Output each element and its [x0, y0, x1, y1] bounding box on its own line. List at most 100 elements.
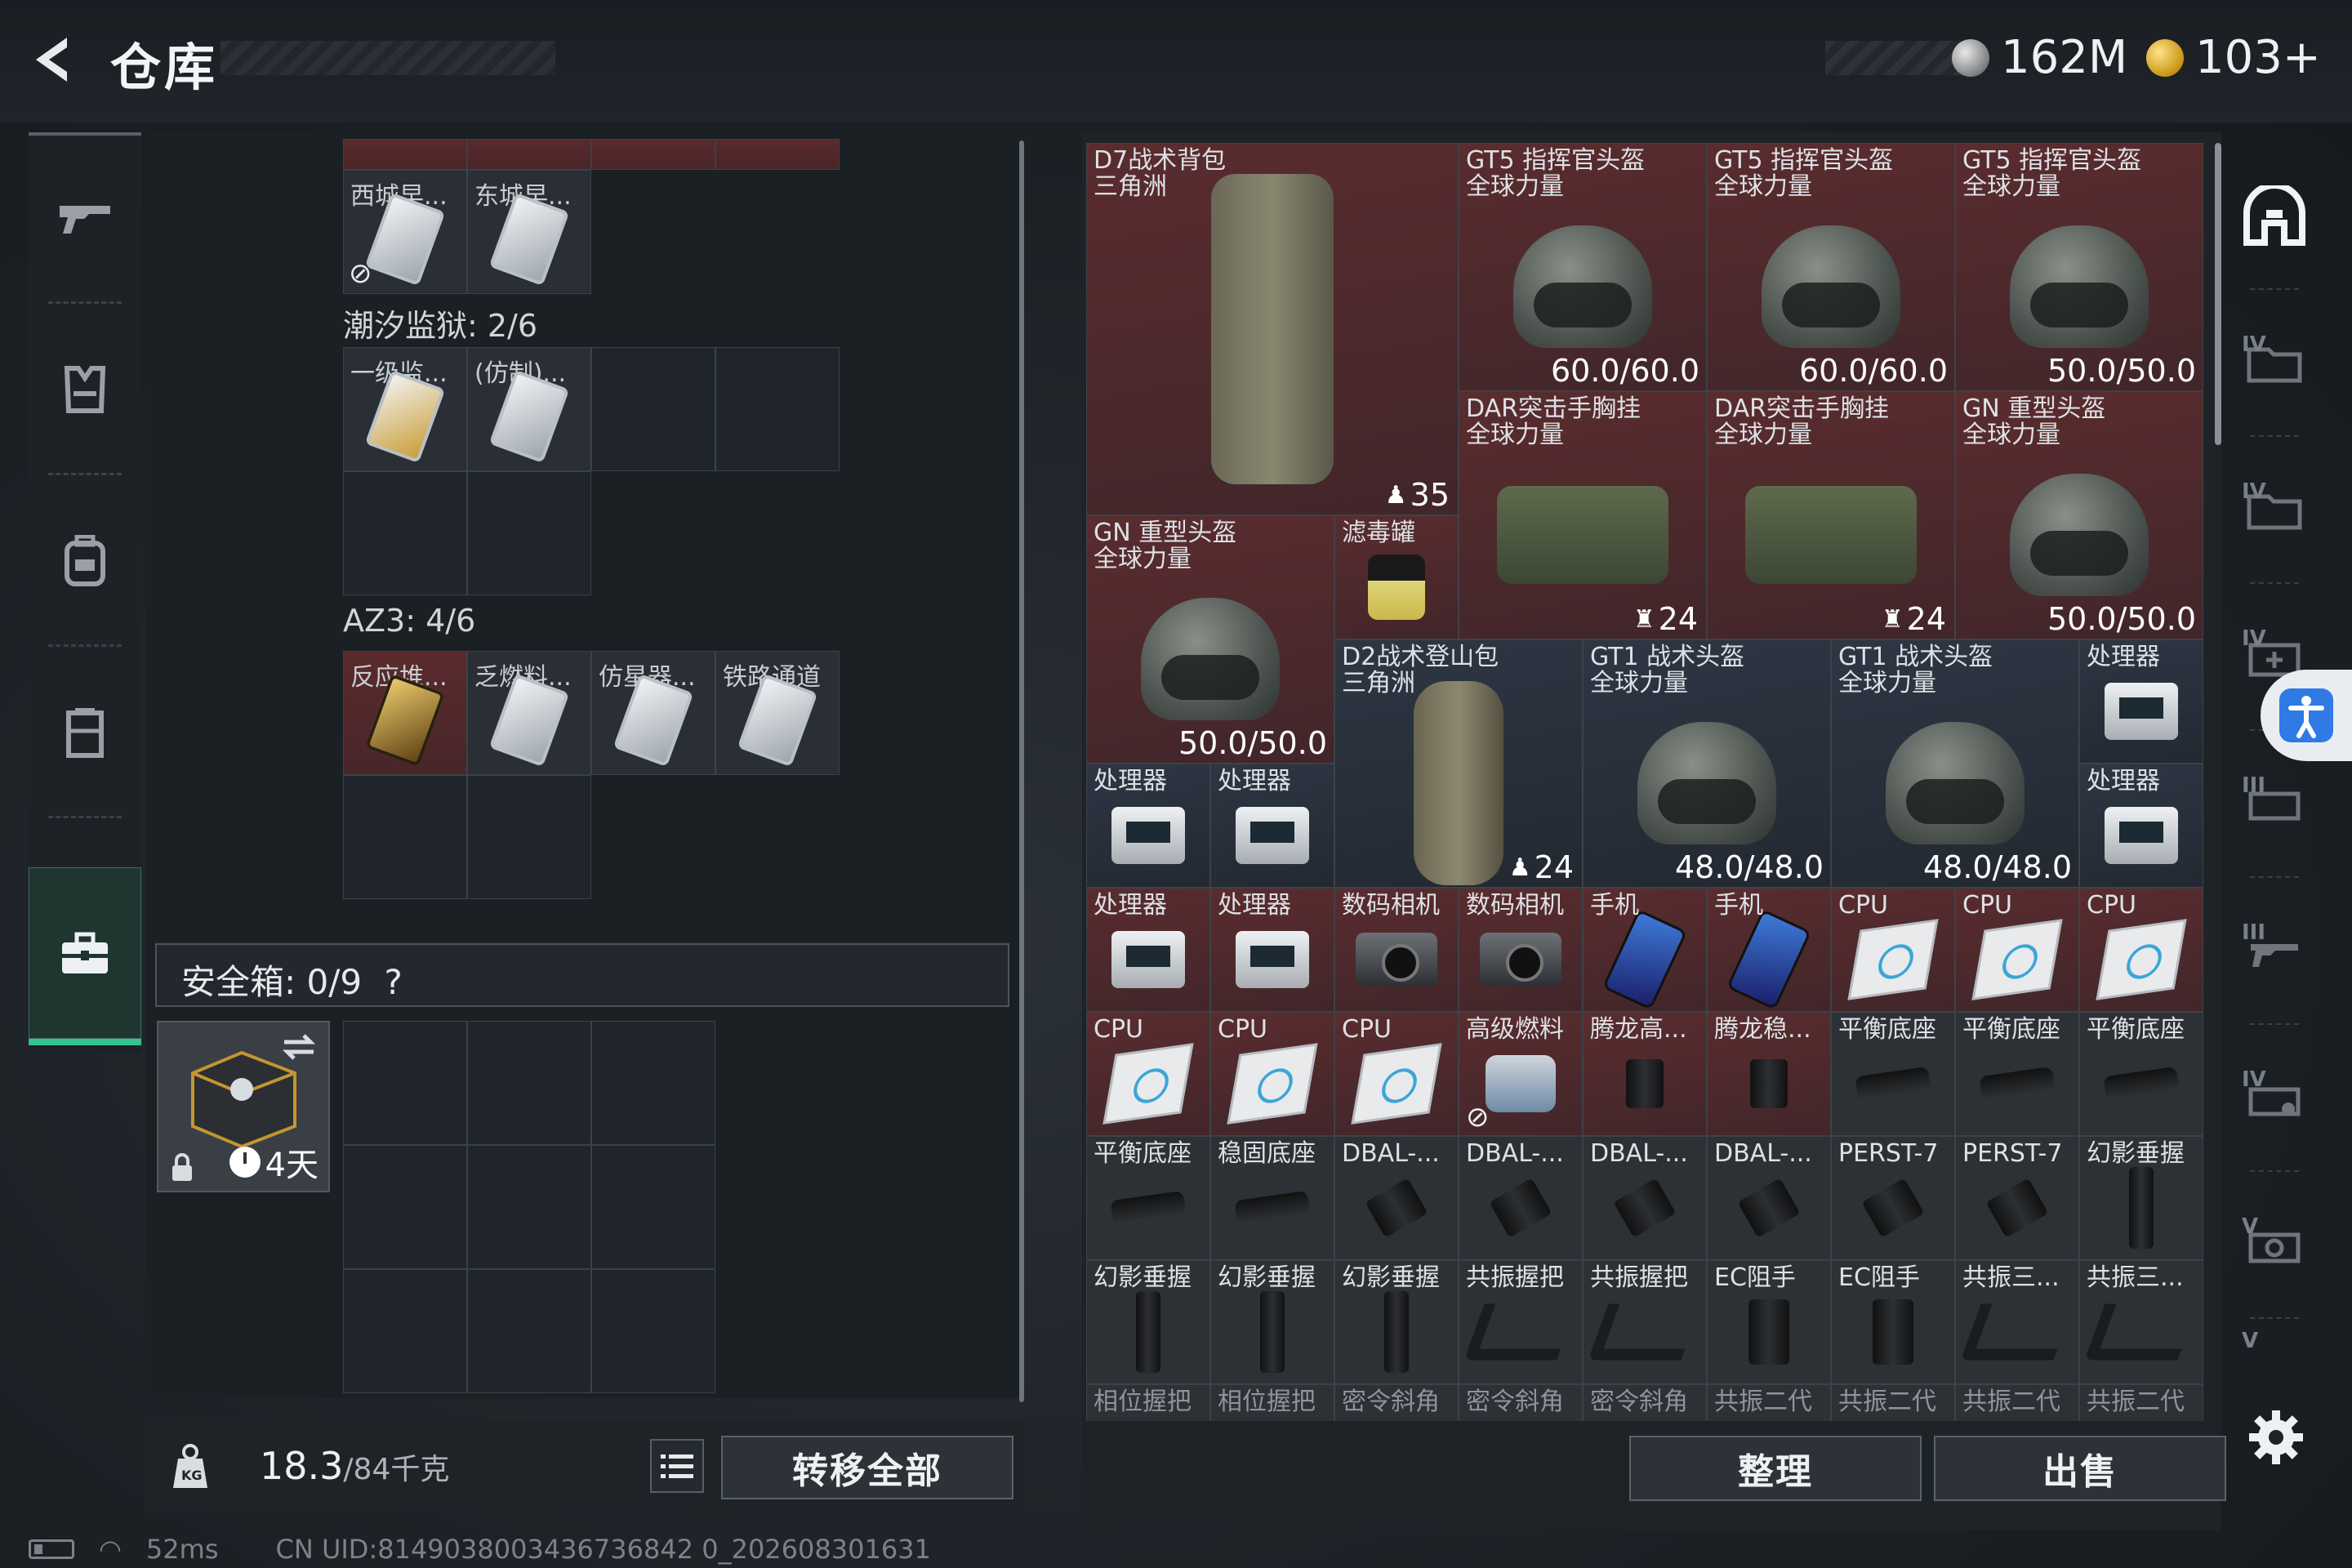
item-phone[interactable]: 手机 — [1583, 888, 1707, 1012]
tab-stash-page[interactable]: IV — [2234, 290, 2315, 437]
item-digital-camera[interactable]: 数码相机 — [1459, 888, 1583, 1012]
item-dbal[interactable]: DBAL-... — [1583, 1136, 1707, 1260]
left-scrollbar[interactable] — [1019, 140, 1024, 1402]
item-gt1-helmet[interactable]: GT1 战术头盔 全球力量 48.0/48.0 — [1831, 639, 2079, 888]
key-card-item[interactable]: 西城早... ⊘ — [343, 170, 467, 294]
item-resonance-3[interactable]: 共振三... — [1955, 1260, 2079, 1384]
grid-cell[interactable] — [343, 1269, 467, 1393]
item-phantom-grip[interactable]: 幻影垂握 — [2079, 1136, 2203, 1260]
gold-currency[interactable]: 103+ — [2146, 31, 2321, 84]
tab-stash-page[interactable]: IV — [2234, 437, 2315, 584]
item-tenglong-stable[interactable]: 腾龙稳... — [1707, 1012, 1831, 1136]
item-balance-mount[interactable]: 平衡底座 — [1955, 1012, 2079, 1136]
item-secret-angle[interactable]: 密令斜角 — [1459, 1384, 1583, 1421]
item-phantom-grip[interactable]: 幻影垂握 — [1210, 1260, 1334, 1384]
item-cpu[interactable]: CPU — [1955, 888, 2079, 1012]
item-dbal[interactable]: DBAL-... — [1334, 1136, 1459, 1260]
grid-cell[interactable] — [591, 139, 715, 170]
item-d2-backpack[interactable]: D2战术登山包 三角洲 ♟ 24 — [1334, 639, 1583, 888]
item-cpu[interactable]: CPU — [1831, 888, 1955, 1012]
tab-all-stash[interactable] — [2234, 143, 2315, 290]
item-phantom-grip[interactable]: 幻影垂握 — [1334, 1260, 1459, 1384]
item-filter-canister[interactable]: 滤毒罐 — [1334, 515, 1459, 639]
item-gn-heavy-helmet[interactable]: GN 重型头盔 全球力量 50.0/50.0 — [1955, 391, 2203, 639]
grid-cell[interactable] — [343, 1021, 467, 1145]
item-phantom-grip[interactable]: 幻影垂握 — [1086, 1260, 1210, 1384]
grid-cell[interactable] — [467, 1145, 591, 1269]
item-perst7[interactable]: PERST-7 — [1955, 1136, 2079, 1260]
item-secret-angle[interactable]: 密令斜角 — [1334, 1384, 1459, 1421]
nav-rig[interactable] — [29, 647, 141, 818]
key-card-item[interactable]: (仿制)... — [467, 347, 591, 471]
grid-cell[interactable] — [343, 775, 467, 899]
list-view-button[interactable] — [650, 1439, 704, 1493]
nav-armor[interactable] — [29, 304, 141, 475]
item-d7-backpack[interactable]: D7战术背包 三角洲 ♟ 35 — [1086, 143, 1459, 515]
grid-cell[interactable] — [591, 1269, 715, 1393]
grid-cell[interactable] — [591, 1021, 715, 1145]
arrange-button[interactable]: 整理 — [1629, 1436, 1922, 1501]
item-cpu[interactable]: CPU — [1334, 1012, 1459, 1136]
stash-scrollbar[interactable] — [2215, 143, 2221, 445]
item-dbal[interactable]: DBAL-... — [1707, 1136, 1831, 1260]
nav-weapons[interactable] — [29, 132, 141, 304]
item-cpu[interactable]: CPU — [1086, 1012, 1210, 1136]
grid-cell[interactable] — [591, 347, 715, 471]
tab-stash-page[interactable]: V — [2234, 1319, 2315, 1384]
key-card-item[interactable]: 铁路通道 — [715, 651, 840, 775]
item-advanced-fuel[interactable]: 高级燃料 ⊘ — [1459, 1012, 1583, 1136]
item-resonance-gen2[interactable]: 共振二代 — [1831, 1384, 1955, 1421]
key-card-item[interactable]: 一级监... — [343, 347, 467, 471]
item-processor[interactable]: 处理器 — [2079, 764, 2203, 888]
item-gn-heavy-helmet[interactable]: GN 重型头盔 全球力量 50.0/50.0 — [1086, 515, 1334, 764]
sell-button[interactable]: 出售 — [1934, 1436, 2226, 1501]
item-stable-mount[interactable]: 稳固底座 — [1210, 1136, 1334, 1260]
item-gt1-helmet[interactable]: GT1 战术头盔 全球力量 48.0/48.0 — [1583, 639, 1831, 888]
item-balance-mount[interactable]: 平衡底座 — [1086, 1136, 1210, 1260]
grid-cell[interactable] — [591, 1145, 715, 1269]
key-card-item[interactable]: 反应堆... — [343, 651, 467, 775]
grid-cell[interactable] — [343, 139, 467, 170]
item-digital-camera[interactable]: 数码相机 — [1334, 888, 1459, 1012]
item-processor[interactable]: 处理器 — [1210, 764, 1334, 888]
item-phase-grip[interactable]: 相位握把 — [1086, 1384, 1210, 1421]
grid-cell[interactable] — [467, 1269, 591, 1393]
key-card-item[interactable]: 东城早... — [467, 170, 591, 294]
transfer-all-button[interactable]: 转移全部 — [721, 1436, 1013, 1499]
item-resonance-grip[interactable]: 共振握把 — [1583, 1260, 1707, 1384]
safe-box-case[interactable]: 4天 — [157, 1021, 330, 1192]
item-dbal[interactable]: DBAL-... — [1459, 1136, 1583, 1260]
item-ec-stop[interactable]: EC阻手 — [1831, 1260, 1955, 1384]
nav-backpack[interactable] — [29, 475, 141, 647]
item-dar-chest-rig[interactable]: DAR突击手胸挂 全球力量 ♜ 24 — [1707, 391, 1955, 639]
item-phone[interactable]: 手机 — [1707, 888, 1831, 1012]
item-balance-mount[interactable]: 平衡底座 — [1831, 1012, 1955, 1136]
item-dar-chest-rig[interactable]: DAR突击手胸挂 全球力量 ♜ 24 — [1459, 391, 1707, 639]
key-card-item[interactable]: 乏燃料... — [467, 651, 591, 775]
item-resonance-3[interactable]: 共振三... — [2079, 1260, 2203, 1384]
back-arrow-icon[interactable] — [24, 31, 82, 88]
item-processor[interactable]: 处理器 — [1210, 888, 1334, 1012]
grid-cell[interactable] — [467, 1021, 591, 1145]
key-card-item[interactable]: 仿星器... — [591, 651, 715, 775]
grid-cell[interactable] — [715, 347, 840, 471]
silver-currency[interactable]: 162M — [1952, 31, 2127, 84]
accessibility-button[interactable] — [2261, 670, 2352, 761]
item-processor[interactable]: 处理器 — [2079, 639, 2203, 764]
item-ec-stop[interactable]: EC阻手 — [1707, 1260, 1831, 1384]
grid-cell[interactable] — [467, 471, 591, 595]
item-processor[interactable]: 处理器 — [1086, 888, 1210, 1012]
item-phase-grip[interactable]: 相位握把 — [1210, 1384, 1334, 1421]
grid-cell[interactable] — [715, 139, 840, 170]
item-cpu[interactable]: CPU — [1210, 1012, 1334, 1136]
item-resonance-gen2[interactable]: 共振二代 — [2079, 1384, 2203, 1421]
item-tenglong-high[interactable]: 腾龙高... — [1583, 1012, 1707, 1136]
item-resonance-grip[interactable]: 共振握把 — [1459, 1260, 1583, 1384]
nav-case[interactable] — [29, 867, 141, 1045]
grid-cell[interactable] — [467, 775, 591, 899]
item-gt5-helmet[interactable]: GT5 指挥官头盔 全球力量 60.0/60.0 — [1707, 143, 1955, 391]
grid-cell[interactable] — [343, 1145, 467, 1269]
item-secret-angle[interactable]: 密令斜角 — [1583, 1384, 1707, 1421]
tab-stash-page[interactable]: III — [2234, 878, 2315, 1025]
item-processor[interactable]: 处理器 — [1086, 764, 1210, 888]
